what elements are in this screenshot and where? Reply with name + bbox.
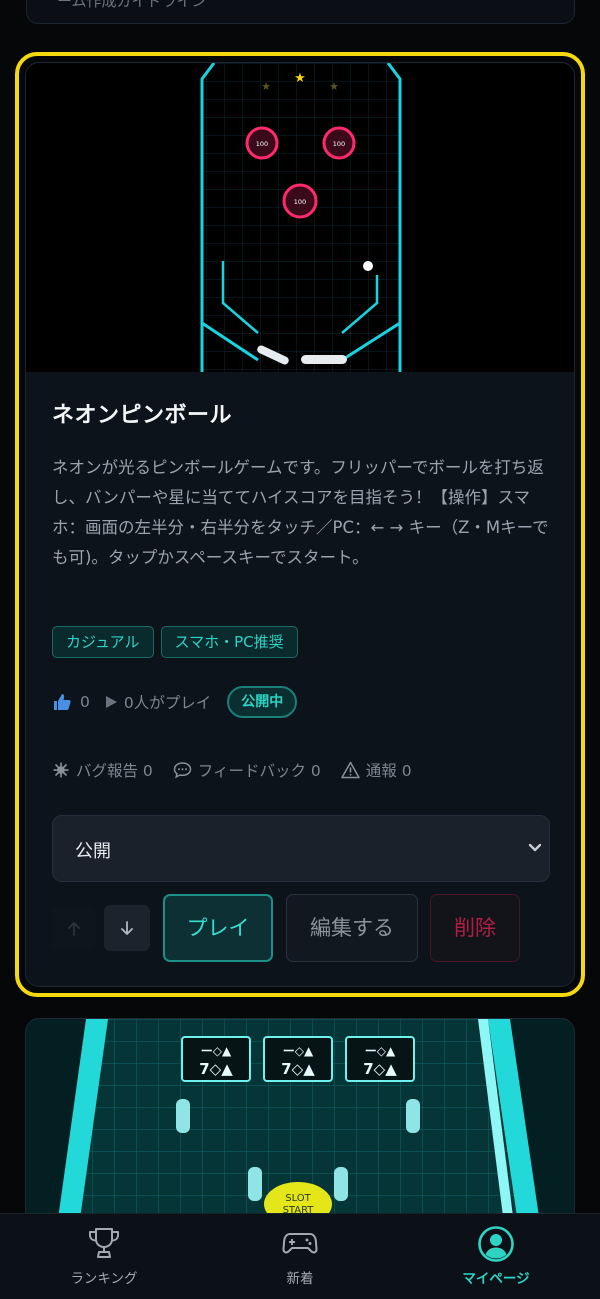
game-title: ネオンピンボール [52,403,233,428]
nav-mypage[interactable]: マイページ [396,1214,596,1299]
game-stats: 0 0人がプレイ 公開中 [52,685,298,719]
arrow-down-icon [121,921,133,935]
slot-symbols-bottom: 7◇▲ [281,1060,315,1078]
slot-reel: ー◇▲ 7◇▲ [263,1036,333,1082]
tag-list: カジュアル スマホ・PC推奨 [52,626,298,658]
right-flipper [301,355,347,364]
warning-icon [341,761,360,779]
bumper-label: 100 [333,140,345,148]
play-button[interactable]: プレイ [163,894,273,962]
tag-mobile-pc[interactable]: スマホ・PC推奨 [160,626,298,658]
nav-new-label: 新着 [286,1271,314,1287]
game-card: ★ ★ ★ 100 100 100 ネオンピンボール ネオンが光るピンボールゲー… [25,62,575,987]
nav-ranking-label: ランキング [70,1271,138,1287]
slot-reel: ー◇▲ 7◇▲ [181,1036,251,1082]
play-count: 0人がプレイ [123,694,212,712]
tag-casual[interactable]: カジュアル [52,626,154,658]
visibility-select[interactable]: 公開 [52,815,550,882]
edit-button[interactable]: 編集する [286,894,418,962]
play-icon [105,696,117,708]
bumper-label: 100 [294,198,306,206]
feedback-count[interactable]: フィードバック 0 [173,759,321,781]
slot-symbols-bottom: 7◇▲ [199,1060,233,1078]
previous-game-card[interactable]: ーム作成ガイドライン [26,0,575,24]
pinball-ball [363,261,373,271]
nav-mypage-label: マイページ [462,1271,530,1287]
slot-symbols-bottom: 7◇▲ [363,1060,397,1078]
trophy-icon [89,1228,119,1258]
star-icon: ★ [261,80,271,93]
bumper: 100 [322,126,356,160]
slot-symbols-top: ー◇▲ [365,1044,396,1058]
like-count: 0 [80,693,90,711]
game-thumbnail[interactable]: ★ ★ ★ 100 100 100 [26,63,574,372]
previous-card-snippet: ーム作成ガイドライン [57,0,207,10]
delete-button[interactable]: 削除 [430,894,520,962]
pinball-preview: ★ ★ ★ 100 100 100 [26,63,574,372]
thumbs-up-icon[interactable] [52,692,72,712]
post [406,1099,420,1133]
move-down-button[interactable] [104,905,150,951]
star-icon: ★ [294,71,306,86]
bug-icon [53,762,69,778]
move-up-button[interactable] [52,907,96,951]
report-label: 通報 0 [365,762,412,780]
report-stats: バグ報告 0 フィードバック 0 通報 0 [52,759,432,781]
arrow-up-icon [68,922,80,936]
game-description: ネオンが光るピンボールゲームです。フリッパーでボールを打ち返し、バンパーや星に当… [52,458,549,567]
chevron-down-icon [528,843,542,852]
slot-symbols-top: ー◇▲ [283,1044,314,1058]
slot-reel: ー◇▲ 7◇▲ [345,1036,415,1082]
chat-bubble-icon [173,762,192,779]
bumper: 100 [282,183,318,219]
slot-start-line1: SLOT [285,1193,311,1204]
bug-report-count[interactable]: バグ報告 0 [52,759,153,781]
star-icon: ★ [329,80,339,93]
visibility-value: 公開 [75,841,111,862]
post [334,1167,348,1201]
feedback-label: フィードバック 0 [197,762,321,780]
user-circle-icon [478,1226,514,1262]
nav-new[interactable]: 新着 [200,1214,400,1299]
bumper: 100 [245,126,279,160]
post [248,1167,262,1201]
status-badge: 公開中 [227,686,298,718]
post [176,1099,190,1133]
bottom-navigation: ランキング 新着 マイページ [0,1213,600,1299]
bumper-label: 100 [256,140,268,148]
slot-symbols-top: ー◇▲ [201,1044,232,1058]
gamepad-icon [282,1233,318,1254]
report-count[interactable]: 通報 0 [341,759,412,781]
nav-ranking[interactable]: ランキング [4,1214,204,1299]
bug-report-label: バグ報告 0 [76,762,153,780]
